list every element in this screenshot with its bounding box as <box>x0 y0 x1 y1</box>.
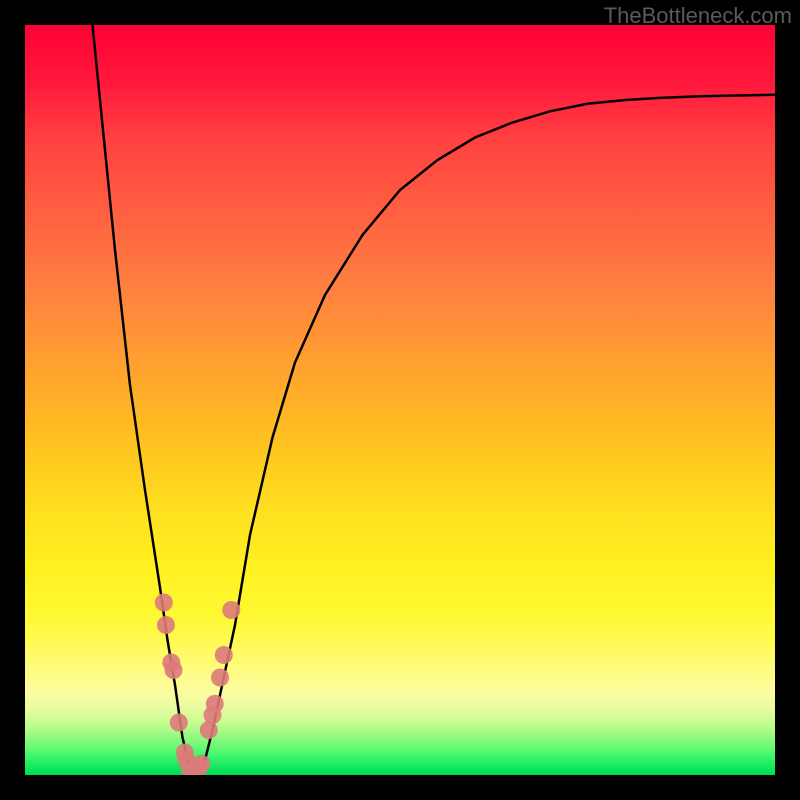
plot-area <box>25 25 775 775</box>
data-point <box>211 669 229 687</box>
bottleneck-curve <box>93 25 776 771</box>
chart-svg <box>25 25 775 775</box>
data-point <box>155 594 173 612</box>
data-point <box>206 695 224 713</box>
watermark: TheBottleneck.com <box>604 3 792 29</box>
data-point <box>157 616 175 634</box>
data-point <box>200 721 218 739</box>
data-point <box>170 714 188 732</box>
data-point <box>222 601 240 619</box>
dots-group <box>155 594 241 776</box>
data-point <box>165 661 183 679</box>
data-point <box>192 755 210 773</box>
data-point <box>215 646 233 664</box>
